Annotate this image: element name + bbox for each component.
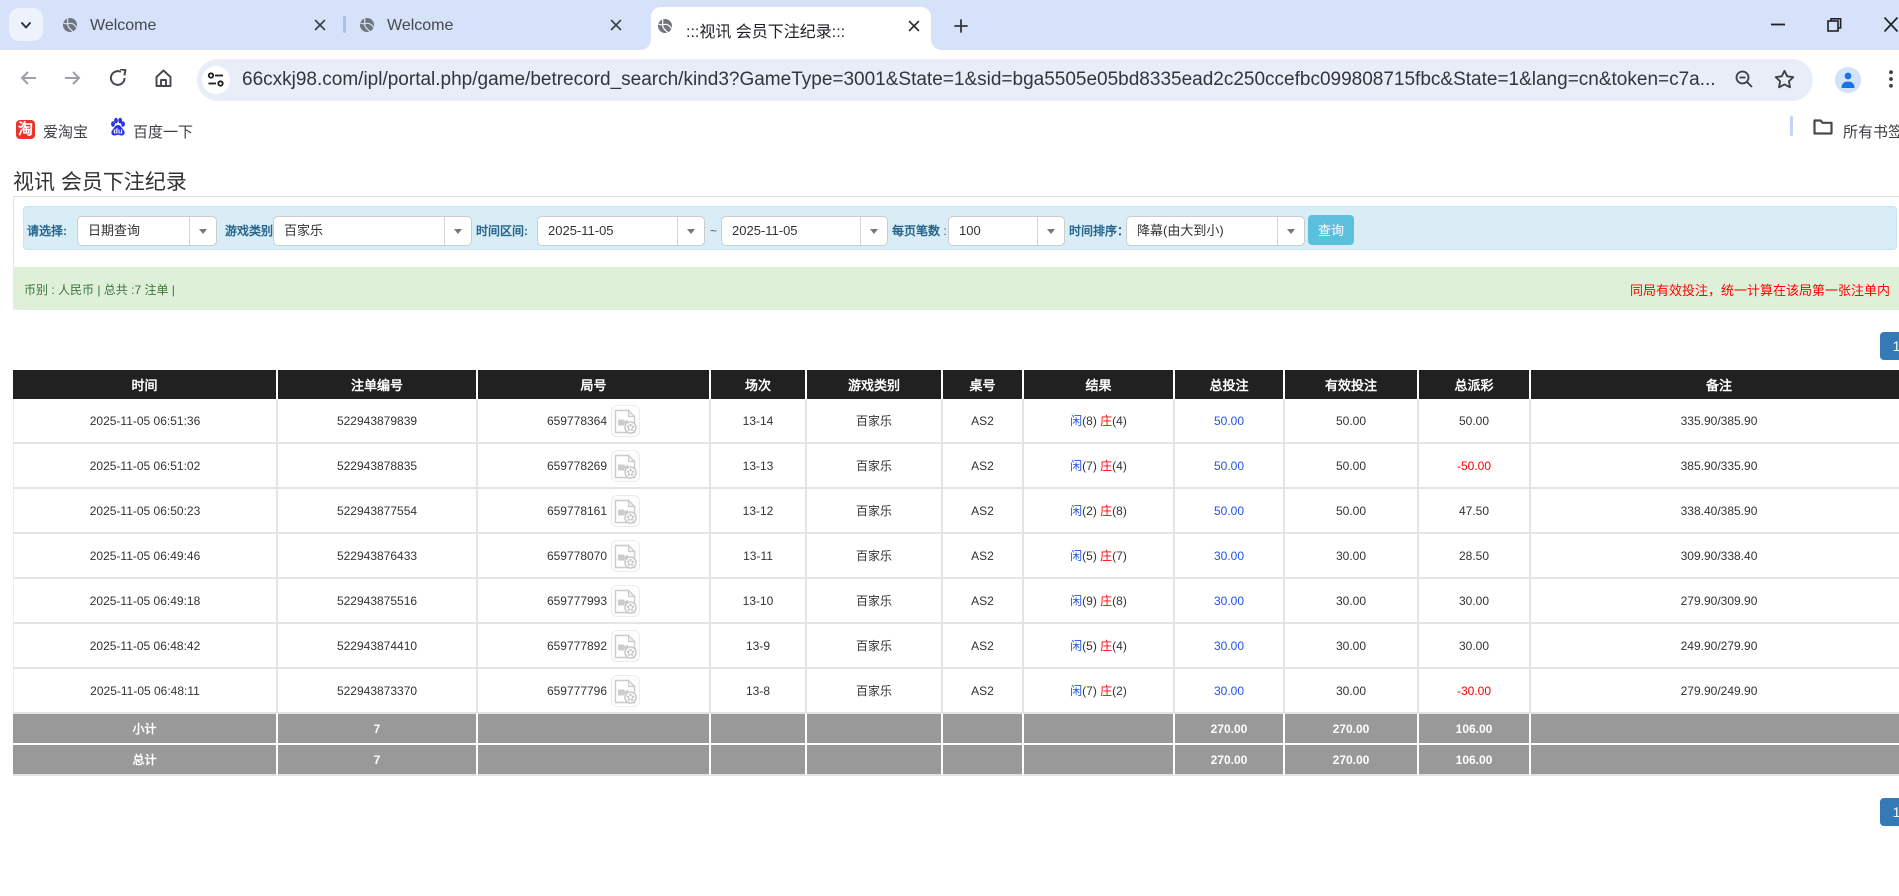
svg-text:du: du	[113, 126, 123, 135]
